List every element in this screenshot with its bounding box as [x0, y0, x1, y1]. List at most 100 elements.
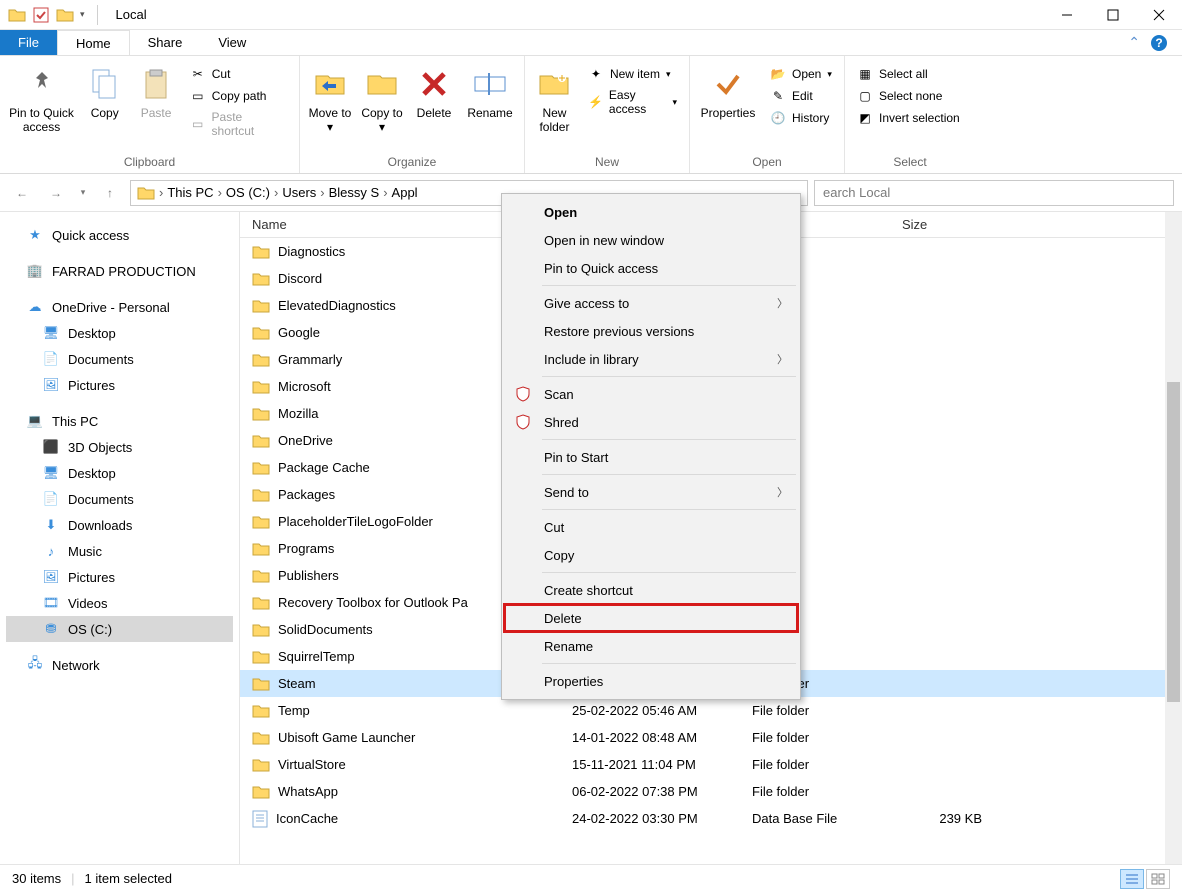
ctx-pin-start[interactable]: Pin to Start — [504, 443, 798, 471]
table-row[interactable]: WhatsApp06-02-2022 07:38 PMFile folder — [240, 778, 1182, 805]
pin-quick-access-button[interactable]: Pin to Quick access — [6, 60, 77, 135]
ctx-restore[interactable]: Restore previous versions — [504, 317, 798, 345]
ctx-rename[interactable]: Rename — [504, 632, 798, 660]
up-button[interactable]: ↑ — [96, 180, 124, 206]
sidebar-osc[interactable]: ⛃OS (C:) — [6, 616, 233, 642]
large-icons-view-button[interactable] — [1146, 869, 1170, 889]
folder-icon — [252, 299, 270, 313]
ctx-open[interactable]: Open — [504, 198, 798, 226]
select-none-button[interactable]: ▢Select none — [851, 86, 966, 106]
folder-icon — [252, 650, 270, 664]
cut-button[interactable]: ✂Cut — [184, 64, 293, 84]
table-row[interactable]: VirtualStore15-11-2021 11:04 PMFile fold… — [240, 751, 1182, 778]
save-icon[interactable] — [32, 6, 50, 24]
help-icon[interactable]: ? — [1150, 34, 1168, 52]
new-folder-button[interactable]: New folder — [531, 60, 578, 135]
select-all-button[interactable]: ▦Select all — [851, 64, 966, 84]
sidebar-quick-access[interactable]: ★Quick access — [6, 222, 233, 248]
sidebar-thispc[interactable]: 💻This PC — [6, 408, 233, 434]
table-row[interactable]: Temp25-02-2022 05:46 AMFile folder — [240, 697, 1182, 724]
status-bar: 30 items | 1 item selected — [0, 864, 1182, 892]
sidebar-farrad[interactable]: 🏢FARRAD PRODUCTION — [6, 258, 233, 284]
delete-ribbon-button[interactable]: Delete — [410, 60, 458, 120]
sidebar-network[interactable]: 🖧Network — [6, 652, 233, 678]
sidebar-pictures[interactable]: 🖼Pictures — [6, 564, 233, 590]
tab-share[interactable]: Share — [130, 30, 201, 55]
copy-path-button[interactable]: ▭Copy path — [184, 86, 293, 106]
ctx-send-to[interactable]: Send to〉 — [504, 478, 798, 506]
sidebar-music[interactable]: ♪Music — [6, 538, 233, 564]
quick-folder-icon[interactable] — [56, 6, 74, 24]
scrollbar[interactable] — [1165, 212, 1182, 864]
file-type: File folder — [752, 703, 902, 718]
table-row[interactable]: Ubisoft Game Launcher14-01-2022 08:48 AM… — [240, 724, 1182, 751]
edit-button[interactable]: ✎Edit — [764, 86, 838, 106]
close-button[interactable] — [1136, 0, 1182, 30]
tab-home[interactable]: Home — [57, 30, 130, 55]
paste-shortcut-button[interactable]: ▭Paste shortcut — [184, 108, 293, 140]
scroll-thumb[interactable] — [1167, 382, 1180, 702]
details-view-button[interactable] — [1120, 869, 1144, 889]
ctx-create-shortcut[interactable]: Create shortcut — [504, 576, 798, 604]
move-to-button[interactable]: Move to ▾ — [306, 60, 354, 135]
select-none-icon: ▢ — [857, 88, 873, 104]
group-label-select: Select — [845, 155, 975, 173]
file-size: 239 KB — [902, 811, 1002, 826]
crumb-os[interactable]: OS (C:) — [226, 185, 270, 200]
sidebar-desktop[interactable]: 🖥Desktop — [6, 460, 233, 486]
folder-icon — [252, 461, 270, 475]
crumb-users[interactable]: Users — [282, 185, 316, 200]
ctx-give-access[interactable]: Give access to〉 — [504, 289, 798, 317]
ctx-open-window[interactable]: Open in new window — [504, 226, 798, 254]
copy-to-button[interactable]: Copy to ▾ — [358, 60, 406, 135]
sidebar-od-documents[interactable]: 📄Documents — [6, 346, 233, 372]
sidebar-od-desktop[interactable]: 🖥Desktop — [6, 320, 233, 346]
crumb-thispc[interactable]: This PC — [167, 185, 213, 200]
crumb-appl[interactable]: Appl — [392, 185, 418, 200]
history-dropdown[interactable]: ▾ — [76, 180, 90, 206]
invert-selection-button[interactable]: ◩Invert selection — [851, 108, 966, 128]
sidebar-od-pictures[interactable]: 🖼Pictures — [6, 372, 233, 398]
easy-access-button[interactable]: ⚡Easy access ▾ — [582, 86, 683, 118]
scissors-icon: ✂ — [190, 66, 206, 82]
copy-button[interactable]: Copy — [81, 60, 128, 120]
ctx-properties[interactable]: Properties — [504, 667, 798, 695]
pc-icon: 💻 — [26, 412, 44, 430]
sidebar-videos[interactable]: 🎞Videos — [6, 590, 233, 616]
properties-button[interactable]: Properties — [696, 60, 760, 120]
file-name: SolidDocuments — [278, 622, 373, 637]
open-button[interactable]: 📂Open ▾ — [764, 64, 838, 84]
sidebar-3d[interactable]: ⬛3D Objects — [6, 434, 233, 460]
forward-button[interactable]: → — [42, 180, 70, 206]
paste-button[interactable]: Paste — [132, 60, 179, 120]
ctx-shred[interactable]: Shred — [504, 408, 798, 436]
sidebar-onedrive[interactable]: ☁OneDrive - Personal — [6, 294, 233, 320]
folder-icon — [252, 326, 270, 340]
file-name: Recovery Toolbox for Outlook Pa — [278, 595, 468, 610]
tab-view[interactable]: View — [200, 30, 264, 55]
new-item-button[interactable]: ✦New item ▾ — [582, 64, 683, 84]
tab-file[interactable]: File — [0, 30, 57, 55]
search-input[interactable]: earch Local — [814, 180, 1174, 206]
sidebar-documents[interactable]: 📄Documents — [6, 486, 233, 512]
ribbon-collapse-icon[interactable]: ⌃ — [1128, 34, 1140, 51]
ctx-delete[interactable]: Delete — [504, 604, 798, 632]
ctx-pin-quick[interactable]: Pin to Quick access — [504, 254, 798, 282]
sidebar-downloads[interactable]: ⬇Downloads — [6, 512, 233, 538]
table-row[interactable]: IconCache24-02-2022 03:30 PMData Base Fi… — [240, 805, 1182, 832]
quick-dropdown-icon[interactable]: ▾ — [80, 9, 85, 20]
folder-icon — [252, 785, 270, 799]
minimize-button[interactable] — [1044, 0, 1090, 30]
file-name: WhatsApp — [278, 784, 338, 799]
ctx-include-library[interactable]: Include in library〉 — [504, 345, 798, 373]
maximize-button[interactable] — [1090, 0, 1136, 30]
image-icon: 🖼 — [42, 376, 60, 394]
ctx-cut[interactable]: Cut — [504, 513, 798, 541]
back-button[interactable]: ← — [8, 180, 36, 206]
history-button[interactable]: 🕘History — [764, 108, 838, 128]
folder-icon — [252, 542, 270, 556]
rename-ribbon-button[interactable]: Rename — [462, 60, 518, 120]
crumb-user[interactable]: Blessy S — [329, 185, 380, 200]
ctx-scan[interactable]: Scan — [504, 380, 798, 408]
ctx-copy[interactable]: Copy — [504, 541, 798, 569]
